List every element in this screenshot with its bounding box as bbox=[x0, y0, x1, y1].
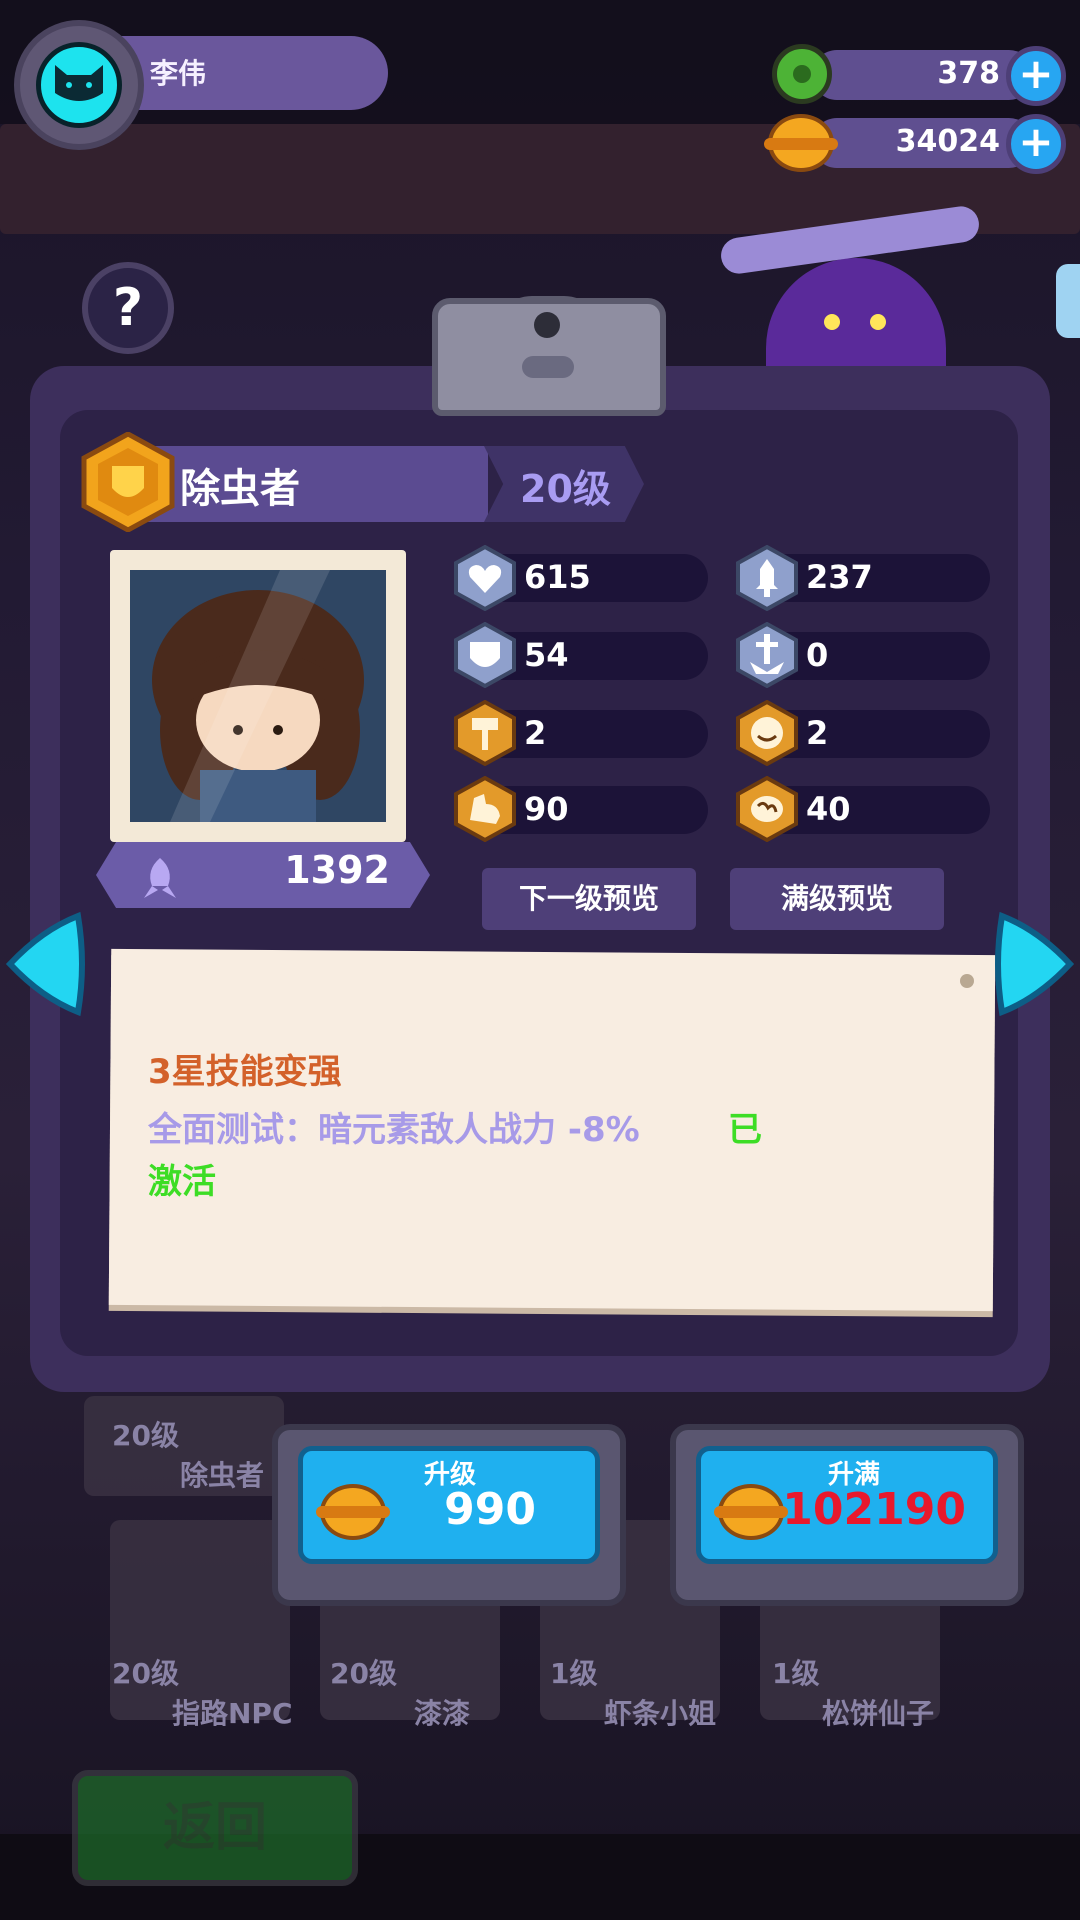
brain-icon bbox=[734, 775, 800, 843]
skill-active-status: 已 bbox=[728, 1110, 762, 1150]
attack-icon bbox=[734, 544, 800, 612]
avatar[interactable] bbox=[36, 42, 122, 128]
roster-level: 1级 bbox=[772, 1657, 820, 1690]
stat-hp-value: 615 bbox=[524, 558, 591, 596]
back-button[interactable]: 返回 bbox=[72, 1770, 358, 1886]
sword-defense-icon bbox=[734, 621, 800, 689]
cat-face-icon bbox=[55, 65, 103, 101]
next-level-preview-button[interactable]: 下一级预览 bbox=[482, 868, 696, 930]
character-portrait-icon bbox=[152, 570, 364, 822]
roster-level: 1级 bbox=[550, 1657, 598, 1690]
character-title: 除虫者 bbox=[180, 466, 300, 512]
skill-active-status-cont: 激活 bbox=[148, 1162, 216, 1202]
skill-note-text: 全面测试：暗元素敌人战力 -8% bbox=[148, 1110, 640, 1150]
heart-icon bbox=[452, 544, 518, 612]
stat-atk-value: 237 bbox=[806, 558, 873, 596]
smile-icon bbox=[734, 699, 800, 767]
rocket-icon bbox=[140, 856, 180, 904]
roster-level: 20级 bbox=[330, 1657, 397, 1690]
upgrade-cost: 990 bbox=[444, 1484, 536, 1535]
gem-count: 378 bbox=[937, 56, 1000, 91]
power-value: 1392 bbox=[284, 848, 390, 892]
stat-def-value: 54 bbox=[524, 636, 569, 674]
roster-name: 虾条小姐 bbox=[604, 1697, 717, 1730]
help-button[interactable]: ? bbox=[82, 262, 174, 354]
hammer-icon bbox=[452, 699, 518, 767]
coin-count: 34024 bbox=[895, 124, 1000, 159]
skill-note-title: 3星技能变强 bbox=[148, 1052, 342, 1092]
side-tab[interactable] bbox=[1056, 264, 1080, 338]
character-portrait[interactable] bbox=[130, 570, 386, 822]
roster-name: 指路NPC bbox=[172, 1697, 293, 1730]
upgrade-max-cost: 102190 bbox=[782, 1484, 966, 1535]
muscle-icon bbox=[452, 775, 518, 843]
add-coin-button[interactable]: + bbox=[1006, 114, 1066, 174]
max-level-preview-button[interactable]: 满级预览 bbox=[730, 868, 944, 930]
roster-name: 除虫者 bbox=[180, 1459, 265, 1492]
rank-badge-icon bbox=[80, 431, 176, 536]
stat-hammer-value: 2 bbox=[524, 714, 547, 752]
stat-smile-value: 2 bbox=[806, 714, 829, 752]
coin-icon bbox=[714, 1484, 788, 1540]
roster-level: 20级 bbox=[112, 1419, 179, 1452]
next-character-arrow[interactable] bbox=[994, 908, 1078, 1020]
roster-name: 松饼仙子 bbox=[822, 1697, 935, 1730]
character-level: 20级 bbox=[520, 467, 611, 511]
roster-name: 漆漆 bbox=[414, 1697, 471, 1730]
shield-icon bbox=[452, 621, 518, 689]
note-pin-icon bbox=[960, 974, 974, 988]
clipboard-clip bbox=[432, 298, 666, 416]
add-gem-button[interactable]: + bbox=[1006, 46, 1066, 106]
stat-pen-value: 0 bbox=[806, 636, 829, 674]
stat-muscle-value: 90 bbox=[524, 790, 569, 828]
player-name: 李伟 bbox=[150, 57, 207, 90]
prev-character-arrow[interactable] bbox=[2, 908, 86, 1020]
stat-brain-value: 40 bbox=[806, 790, 851, 828]
roster-level: 20级 bbox=[112, 1657, 179, 1690]
